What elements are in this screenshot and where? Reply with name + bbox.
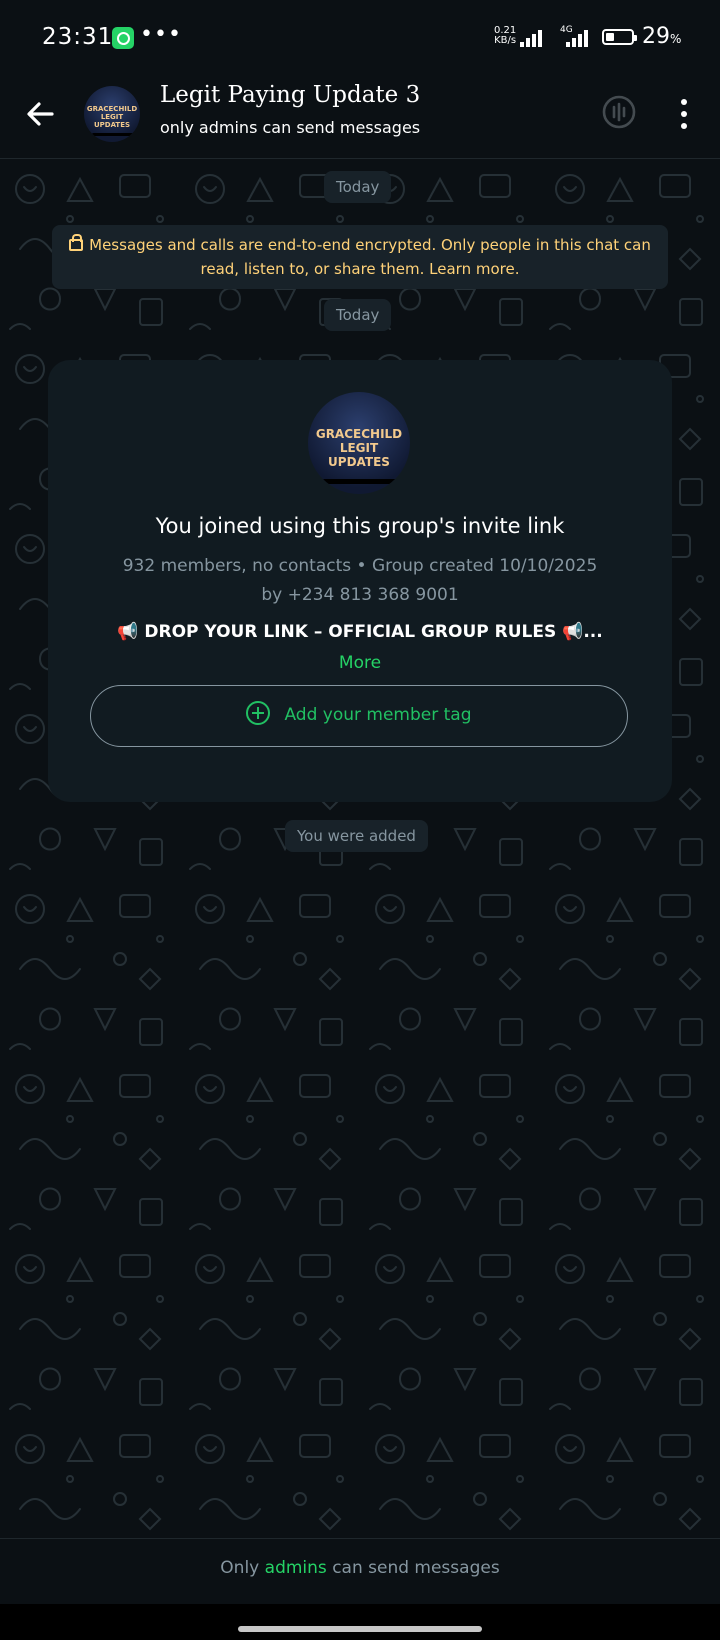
group-card-avatar-text: GRACECHILD LEGIT UPDATES <box>315 427 403 469</box>
add-member-tag-label: Add your member tag <box>284 705 472 725</box>
group-info-card: GRACECHILD LEGIT UPDATES You joined usin… <box>48 360 672 802</box>
group-subtitle: only admins can send messages <box>160 118 421 137</box>
more-link[interactable]: More <box>48 653 672 673</box>
status-bar: 23:31 ••• 0.21 KB/s 4G 29% <box>0 0 720 74</box>
back-arrow-icon[interactable] <box>18 92 62 136</box>
status-time: 23:31 <box>42 24 114 50</box>
group-card-avatar[interactable]: GRACECHILD LEGIT UPDATES <box>308 392 410 494</box>
group-info-line-1: 932 members, no contacts • Group created… <box>122 556 598 576</box>
whatsapp-notification-icon <box>112 27 134 49</box>
add-member-tag-button[interactable]: Add your member tag <box>90 685 628 747</box>
group-description: 📢 DROP YOUR LINK – OFFICIAL GROUP RULES … <box>117 622 603 642</box>
navigation-bar <box>0 1604 720 1640</box>
network-speed: 0.21 KB/s <box>494 26 516 46</box>
admins-link[interactable]: admins <box>265 1558 327 1578</box>
group-title[interactable]: Legit Paying Update 3 <box>160 82 420 108</box>
cell-signal-icon <box>566 29 594 47</box>
encryption-notice[interactable]: Messages and calls are end-to-end encryp… <box>52 225 668 289</box>
joined-via-link-title: You joined using this group's invite lin… <box>155 514 565 538</box>
battery-icon <box>602 29 637 45</box>
encryption-notice-text: Messages and calls are end-to-end encryp… <box>89 236 651 278</box>
footer-text-after: can send messages <box>332 1558 500 1578</box>
add-circle-icon <box>246 701 271 725</box>
more-vert-icon[interactable] <box>672 96 696 132</box>
group-avatar-text: GRACECHILD LEGIT UPDATES <box>86 105 138 129</box>
voice-chat-icon[interactable] <box>601 94 637 130</box>
more-notifications-icon: ••• <box>140 22 182 47</box>
read-only-footer: Only admins can send messages <box>0 1538 720 1605</box>
system-message: You were added <box>285 820 428 852</box>
date-label: Today <box>324 299 392 331</box>
footer-text-before: Only <box>220 1558 260 1578</box>
group-info-line-2: by +234 813 368 9001 <box>261 585 459 605</box>
chat-area[interactable]: Today Messages and calls are end-to-end … <box>0 159 720 1538</box>
lock-icon <box>69 234 84 251</box>
date-label: Today <box>324 171 392 203</box>
home-gesture-handle[interactable] <box>238 1626 482 1632</box>
wifi-signal-icon <box>520 29 548 47</box>
group-avatar[interactable]: GRACECHILD LEGIT UPDATES <box>84 86 140 142</box>
battery-level: 29% <box>642 24 682 49</box>
group-info: 932 members, no contacts • Group created… <box>78 552 642 610</box>
chat-header: GRACECHILD LEGIT UPDATES Legit Paying Up… <box>0 74 720 159</box>
network-speed-unit: KB/s <box>494 35 517 46</box>
